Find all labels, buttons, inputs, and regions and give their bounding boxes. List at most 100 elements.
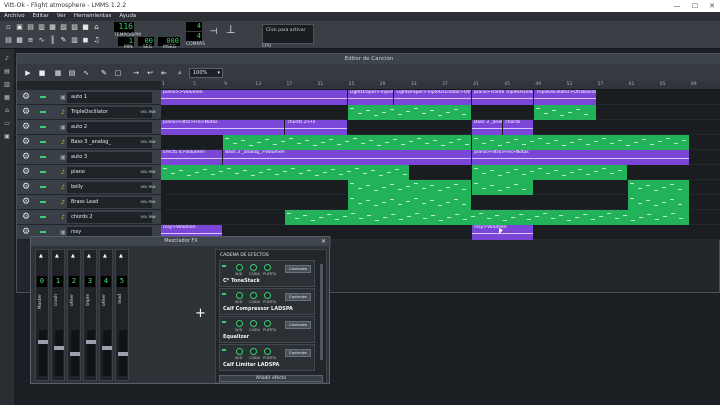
automation-pattern[interactable]: chords [503, 120, 534, 135]
menu-ver[interactable]: Ver [57, 12, 66, 21]
draw-mode-icon[interactable]: ✎ [99, 68, 109, 78]
gear-icon[interactable]: ⚙ [22, 107, 30, 118]
track-lane[interactable] [161, 210, 720, 225]
instrument-pattern[interactable] [472, 180, 534, 195]
my-projects-icon[interactable]: ▤ [3, 68, 11, 76]
new-template-icon[interactable]: ▣ [15, 23, 24, 32]
automation-pattern[interactable]: piano>>Volumen [161, 90, 347, 105]
vol-pan-knobs[interactable]: VOL PAN [137, 196, 159, 209]
gear-icon[interactable]: ⚙ [22, 122, 30, 133]
effect-knob[interactable] [264, 264, 271, 271]
instrument-pattern[interactable] [161, 165, 409, 180]
track-lane[interactable] [161, 195, 720, 210]
effect-slot[interactable]: W/D CAÍDA PUERTA Controles Equalizer [219, 316, 315, 343]
menu-herramientas[interactable]: Herramientas [74, 12, 111, 21]
track-header[interactable]: ⚙ ♪ piano VOL PAN [17, 165, 161, 180]
track-lane[interactable] [161, 105, 720, 120]
track-lane[interactable] [161, 165, 720, 180]
mute-led-icon[interactable] [40, 186, 46, 188]
effect-knob[interactable] [264, 348, 271, 355]
vol-pan-knobs[interactable]: VOL PAN [137, 136, 159, 149]
mute-led-icon[interactable] [40, 201, 46, 203]
fader-handle[interactable] [38, 340, 48, 344]
track-name[interactable]: auto 2 [67, 122, 152, 133]
instrument-pattern[interactable] [627, 180, 689, 195]
close-button[interactable]: ✕ [703, 0, 720, 12]
gear-icon[interactable]: ⚙ [22, 92, 30, 103]
automation-pattern[interactable]: piano>Filtro>Fre>Notas [161, 120, 285, 135]
menu-archivo[interactable]: Archivo [4, 12, 25, 21]
menu-ayuda[interactable]: Ayuda [119, 12, 136, 21]
volume-fader[interactable] [102, 330, 112, 376]
gear-icon[interactable]: ⚙ [22, 212, 30, 223]
effect-knob[interactable] [236, 292, 243, 299]
render-icon[interactable]: ■ [81, 23, 90, 32]
fader-handle[interactable] [102, 346, 112, 350]
add-beat-track-icon[interactable]: ▦ [53, 68, 63, 78]
add-automation-track-icon[interactable]: ∿ [81, 68, 91, 78]
automation-pattern[interactable]: LightDroper>TripleOscillator [347, 90, 394, 105]
automation-pattern[interactable]: Efecto 4>Volumen [161, 150, 223, 165]
my-presets-icon[interactable]: ▦ [3, 94, 11, 102]
master-volume-icon[interactable]: ⊣ [209, 28, 218, 37]
fx-channel[interactable]: ▲ 3 triple [83, 249, 97, 381]
effect-knob[interactable] [264, 320, 271, 327]
track-header[interactable]: ⚙ ♪ chords 2 VOL PAN [17, 210, 161, 225]
track-lane[interactable] [161, 180, 720, 195]
send-arrow-icon[interactable]: ▲ [39, 253, 43, 259]
project-notes-icon[interactable]: ✎ [59, 36, 68, 45]
cpu-icon[interactable]: ◼ [81, 36, 90, 45]
stop-icon[interactable]: ■ [37, 68, 47, 78]
instrument-pattern[interactable] [534, 105, 596, 120]
effect-knob[interactable] [250, 264, 257, 271]
mute-led-icon[interactable] [40, 231, 46, 233]
automation-pattern[interactable]: piano>Tromb TripleOscillator [472, 90, 534, 105]
track-lane[interactable]: Efecto 4>Volumen Bass 3 _analog_>Volumen p… [161, 150, 720, 165]
add-fx-channel-button[interactable]: + [195, 307, 206, 321]
recent-projects-icon[interactable]: ▥ [37, 23, 46, 32]
automation-pattern[interactable]: chords 2>Fil [285, 120, 347, 135]
song-editor-icon[interactable]: ▤ [4, 36, 13, 45]
send-arrow-icon[interactable]: ▲ [119, 253, 123, 259]
track-name[interactable]: auto 1 [67, 92, 152, 103]
fx-channel[interactable]: ▲ 1 crash [51, 249, 65, 381]
track-lane[interactable] [161, 135, 720, 150]
effects-scrollbar[interactable] [320, 264, 323, 360]
vol-pan-knobs[interactable]: VOL PAN [137, 211, 159, 224]
time-sig-denominator[interactable]: 4 [186, 32, 202, 41]
master-channel[interactable]: ▲ 0 Master [35, 249, 49, 381]
effect-slot[interactable]: W/D CAÍDA PUERTA Controles C* ToneStack [219, 260, 315, 287]
mute-led-icon[interactable] [40, 126, 46, 128]
effect-enable-led-icon[interactable] [222, 321, 226, 323]
instrument-pattern[interactable] [347, 180, 472, 195]
send-arrow-icon[interactable]: ▲ [55, 253, 59, 259]
metronome-icon[interactable]: ⌂ [92, 23, 101, 32]
fader-handle[interactable] [118, 352, 128, 356]
automation-pattern[interactable]: TripleOscillator>Otrabanda [534, 90, 596, 105]
volume-icon[interactable]: ♫ [92, 36, 101, 45]
effect-enable-led-icon[interactable] [222, 293, 226, 295]
add-effect-button[interactable]: Añadir efecto [219, 375, 323, 382]
automation-pattern[interactable]: Bass 3 _anal [472, 120, 503, 135]
effect-knob[interactable] [250, 292, 257, 299]
time-sig-numerator[interactable]: 4 [186, 22, 202, 31]
menu-editar[interactable]: Editar [33, 12, 49, 21]
mute-led-icon[interactable] [40, 141, 46, 143]
zoom-select[interactable]: 100% ▾ [189, 68, 223, 78]
fader-handle[interactable] [54, 346, 64, 350]
track-header[interactable]: ⚙ ♪ Bass 3 _analog_ VOL PAN [17, 135, 161, 150]
vol-pan-knobs[interactable]: VOL PAN [137, 166, 159, 179]
save-project-icon[interactable]: ▦ [48, 23, 57, 32]
loop-points-icon[interactable]: ↩ [145, 68, 155, 78]
new-project-icon[interactable]: ▫ [4, 23, 13, 32]
root-directory-icon[interactable]: ▭ [3, 120, 11, 128]
track-header[interactable]: ⚙ ♪ Brass Lead VOL PAN [17, 195, 161, 210]
effect-enable-led-icon[interactable] [222, 265, 226, 267]
controller-rack-icon[interactable]: ▥ [70, 36, 79, 45]
maximize-button[interactable]: ☐ [686, 0, 704, 12]
fader-handle[interactable] [86, 340, 96, 344]
mute-led-icon[interactable] [40, 111, 46, 113]
fx-channel[interactable]: ▲ 5 lead [115, 249, 129, 381]
volume-fader[interactable] [86, 330, 96, 376]
export-icon[interactable]: ▧ [59, 23, 68, 32]
